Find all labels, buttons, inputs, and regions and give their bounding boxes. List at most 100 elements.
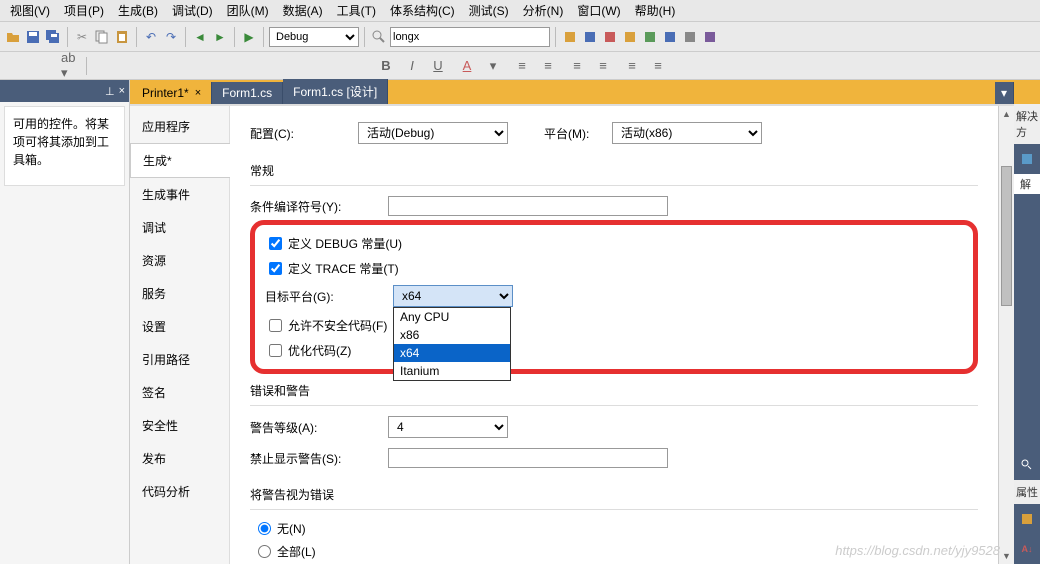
platform-select[interactable]: 活动(x86) bbox=[612, 122, 762, 144]
menu-data[interactable]: 数据(A) bbox=[277, 0, 329, 21]
start-icon[interactable]: ▶ bbox=[240, 28, 258, 46]
nav-signing[interactable]: 签名 bbox=[130, 376, 229, 409]
nav-fwd-icon[interactable]: ► bbox=[211, 28, 229, 46]
tab-dropdown-icon[interactable]: ▾ bbox=[995, 82, 1014, 104]
tool-icon-4[interactable] bbox=[621, 28, 639, 46]
solution-explorer-title[interactable]: 解决方 bbox=[1014, 104, 1040, 144]
scroll-thumb[interactable] bbox=[1001, 166, 1012, 306]
nav-build[interactable]: 生成* bbox=[130, 143, 230, 178]
menu-view[interactable]: 视图(V) bbox=[4, 0, 56, 21]
tab-printer1[interactable]: Printer1* × bbox=[132, 82, 212, 104]
option-x86[interactable]: x86 bbox=[394, 326, 510, 344]
debug-const-checkbox[interactable] bbox=[269, 237, 282, 250]
vertical-scrollbar[interactable]: ▲ ▼ bbox=[998, 106, 1014, 564]
font-color-btn[interactable]: A bbox=[456, 56, 478, 76]
paste-icon[interactable] bbox=[113, 28, 131, 46]
menu-team[interactable]: 团队(M) bbox=[221, 0, 275, 21]
main-toolbar: ✂ ↶ ↷ ◄ ► ▶ Debug bbox=[0, 22, 1040, 52]
highlight-btn[interactable]: ▾ bbox=[482, 56, 504, 76]
menu-build[interactable]: 生成(B) bbox=[112, 0, 164, 21]
solution-short: 解 bbox=[1014, 174, 1040, 194]
pin-icon[interactable]: ⊥ bbox=[105, 85, 115, 98]
trace-const-checkbox[interactable] bbox=[269, 262, 282, 275]
close-icon[interactable]: × bbox=[119, 85, 125, 97]
radio-all[interactable] bbox=[258, 545, 271, 558]
tool-icon-2[interactable] bbox=[581, 28, 599, 46]
align-left-icon[interactable]: ≡ bbox=[511, 56, 533, 76]
center-pane: Printer1* × Form1.cs Form1.cs [设计] ▾ 应用程… bbox=[130, 80, 1014, 564]
config-select[interactable]: 活动(Debug) bbox=[358, 122, 508, 144]
scroll-down-icon[interactable]: ▼ bbox=[999, 548, 1014, 564]
menu-project[interactable]: 项目(P) bbox=[58, 0, 110, 21]
search-icon-right[interactable] bbox=[1016, 454, 1038, 476]
open-icon[interactable] bbox=[4, 28, 22, 46]
tool-icon-8[interactable] bbox=[701, 28, 719, 46]
menu-analyze[interactable]: 分析(N) bbox=[517, 0, 570, 21]
tab-close-icon[interactable]: × bbox=[195, 87, 201, 99]
align-center-icon[interactable]: ≡ bbox=[537, 56, 559, 76]
nav-security[interactable]: 安全性 bbox=[130, 409, 229, 442]
nav-services[interactable]: 服务 bbox=[130, 277, 229, 310]
target-platform-select[interactable]: x64 bbox=[393, 285, 513, 307]
target-platform-label: 目标平台(G): bbox=[265, 288, 385, 305]
underline-btn[interactable]: U bbox=[427, 56, 449, 76]
az-icon[interactable]: A↓ bbox=[1016, 538, 1038, 560]
props-icon[interactable] bbox=[1016, 508, 1038, 530]
copy-icon[interactable] bbox=[93, 28, 111, 46]
nav-back-icon[interactable]: ◄ bbox=[191, 28, 209, 46]
refresh-icon[interactable] bbox=[1016, 148, 1038, 170]
scroll-up-icon[interactable]: ▲ bbox=[999, 106, 1014, 122]
undo-icon[interactable]: ↶ bbox=[142, 28, 160, 46]
menu-debug[interactable]: 调试(D) bbox=[166, 0, 219, 21]
menu-tools[interactable]: 工具(T) bbox=[331, 0, 382, 21]
nav-settings[interactable]: 设置 bbox=[130, 310, 229, 343]
menu-test[interactable]: 测试(S) bbox=[463, 0, 515, 21]
optimize-checkbox[interactable] bbox=[269, 344, 282, 357]
cut-icon[interactable]: ✂ bbox=[73, 28, 91, 46]
menu-arch[interactable]: 体系结构(C) bbox=[384, 0, 461, 21]
unsafe-checkbox[interactable] bbox=[269, 319, 282, 332]
indent-icon[interactable]: ≡ bbox=[647, 56, 669, 76]
list-ol-icon[interactable]: ≡ bbox=[592, 56, 614, 76]
cond-symbols-label: 条件编译符号(Y): bbox=[250, 198, 380, 215]
bold-btn[interactable]: B bbox=[375, 56, 397, 76]
tool-icon-5[interactable] bbox=[641, 28, 659, 46]
redo-icon[interactable]: ↷ bbox=[162, 28, 180, 46]
suppress-warn-label: 禁止显示警告(S): bbox=[250, 450, 380, 467]
cond-symbols-input[interactable] bbox=[388, 196, 668, 216]
platform-label: 平台(M): bbox=[544, 125, 604, 142]
list-ul-icon[interactable]: ≡ bbox=[566, 56, 588, 76]
menu-help[interactable]: 帮助(H) bbox=[629, 0, 682, 21]
warning-level-select[interactable]: 4 bbox=[388, 416, 508, 438]
find-input[interactable] bbox=[390, 27, 550, 47]
properties-title[interactable]: 属性 bbox=[1014, 480, 1040, 504]
document-tabs: Printer1* × Form1.cs Form1.cs [设计] ▾ bbox=[130, 80, 1014, 104]
tab-form1cs[interactable]: Form1.cs bbox=[212, 82, 283, 104]
nav-debug[interactable]: 调试 bbox=[130, 211, 229, 244]
nav-application[interactable]: 应用程序 bbox=[130, 110, 229, 143]
outdent-icon[interactable]: ≡ bbox=[621, 56, 643, 76]
save-icon[interactable] bbox=[24, 28, 42, 46]
radio-none[interactable] bbox=[258, 522, 271, 535]
tab-form1-design[interactable]: Form1.cs [设计] bbox=[283, 79, 388, 104]
tool-icon-3[interactable] bbox=[601, 28, 619, 46]
nav-refpaths[interactable]: 引用路径 bbox=[130, 343, 229, 376]
nav-resources[interactable]: 资源 bbox=[130, 244, 229, 277]
find-icon[interactable] bbox=[370, 28, 388, 46]
option-itanium[interactable]: Itanium bbox=[394, 362, 510, 380]
suppress-warn-input[interactable] bbox=[388, 448, 668, 468]
tool-icon-7[interactable] bbox=[681, 28, 699, 46]
nav-publish[interactable]: 发布 bbox=[130, 442, 229, 475]
save-all-icon[interactable] bbox=[44, 28, 62, 46]
option-anycpu[interactable]: Any CPU bbox=[394, 308, 510, 326]
italic-btn[interactable]: I bbox=[401, 56, 423, 76]
tool-icon-1[interactable] bbox=[561, 28, 579, 46]
nav-code-analysis[interactable]: 代码分析 bbox=[130, 475, 229, 508]
option-x64[interactable]: x64 bbox=[394, 344, 510, 362]
property-nav: 应用程序 生成* 生成事件 调试 资源 服务 设置 引用路径 签名 安全性 发布… bbox=[130, 106, 230, 564]
menu-window[interactable]: 窗口(W) bbox=[571, 0, 626, 21]
config-dropdown[interactable]: Debug bbox=[269, 27, 359, 47]
nav-build-events[interactable]: 生成事件 bbox=[130, 178, 229, 211]
font-dropdown[interactable]: ab ▾ bbox=[60, 56, 82, 76]
tool-icon-6[interactable] bbox=[661, 28, 679, 46]
